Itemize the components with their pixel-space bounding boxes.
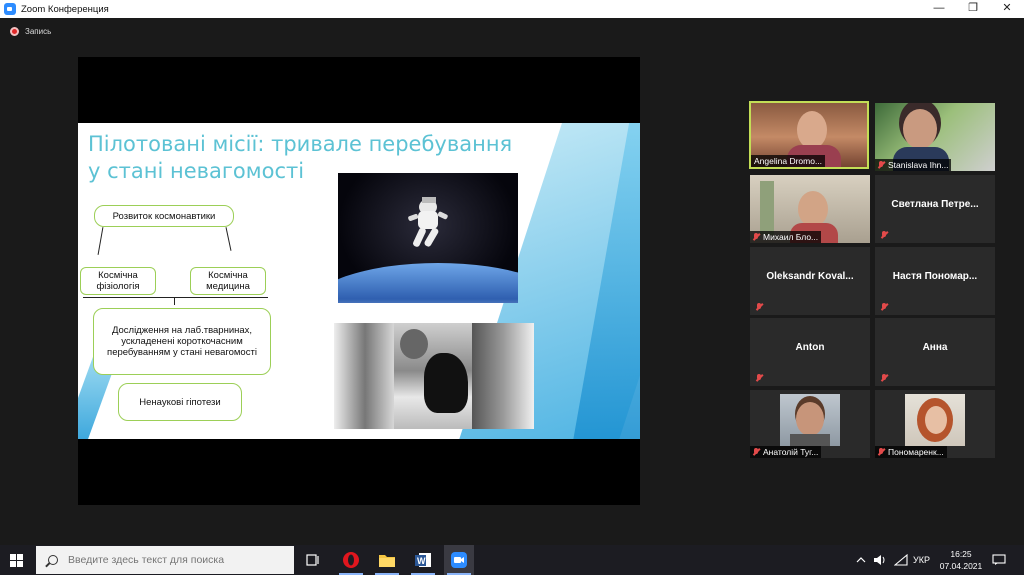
participant-tile[interactable]: Анна	[875, 318, 995, 386]
participant-name: Анатолій Туг...	[750, 446, 822, 458]
notifications-icon[interactable]	[992, 545, 1006, 575]
maximize-button[interactable]: ❐	[956, 0, 990, 18]
muted-mic-icon	[753, 233, 759, 241]
taskbar-search[interactable]	[36, 546, 294, 574]
person-image	[400, 329, 428, 359]
diagram-box-unscientific: Ненаукові гіпотези	[118, 383, 242, 421]
participant-name: Анна	[922, 342, 948, 353]
muted-mic-icon	[880, 231, 888, 239]
participant-name: Пономаренк...	[875, 446, 947, 458]
minimize-button[interactable]: —	[922, 0, 956, 18]
participant-tile[interactable]: Пономаренк...	[875, 390, 995, 458]
tray-chevron-icon[interactable]	[856, 545, 866, 575]
file-explorer-icon[interactable]	[372, 545, 402, 575]
recording-label: Запись	[25, 27, 52, 36]
muted-mic-icon	[755, 303, 763, 311]
shared-screen: Пілотовані місії: тривале перебування у …	[78, 57, 640, 505]
participant-tile[interactable]: Angelina Dromo...	[749, 101, 869, 169]
network-icon[interactable]	[894, 545, 908, 575]
muted-mic-icon	[878, 448, 884, 456]
task-view-icon[interactable]	[298, 545, 328, 575]
astronaut-photo	[338, 173, 518, 303]
earth-image	[338, 263, 518, 303]
word-icon[interactable]: W	[408, 545, 438, 575]
record-icon	[10, 27, 19, 36]
clock-date: 07.04.2021	[939, 561, 983, 571]
participant-tile[interactable]: Михаил Бло...	[750, 175, 870, 243]
participant-tile[interactable]: Светлана Петре...	[875, 175, 995, 243]
diagram-arrow	[97, 227, 104, 255]
participant-tile[interactable]: Stanislava Ihn...	[875, 103, 995, 171]
participant-video	[905, 394, 965, 446]
participant-tile[interactable]: Oleksandr Koval...	[750, 247, 870, 315]
participant-name: Angelina Dromo...	[751, 155, 826, 167]
diagram-box-medicine: Космічна медицина	[190, 267, 266, 295]
participant-video	[780, 394, 840, 446]
clock[interactable]: 16:25 07.04.2021	[932, 548, 990, 572]
diagram-arrow	[225, 227, 232, 251]
participant-name: Anton	[795, 342, 825, 353]
zoom-logo-icon	[4, 3, 16, 15]
diagram-box-development: Розвиток космонавтики	[94, 205, 234, 227]
muted-mic-icon	[878, 161, 884, 169]
participant-name: Oleksandr Koval...	[766, 271, 854, 282]
participant-name: Светлана Петре...	[891, 199, 979, 210]
astronaut-icon	[408, 197, 448, 247]
diagram-box-physiology: Космічна фізіологія	[80, 267, 156, 295]
participant-tile[interactable]: Анатолій Туг...	[750, 390, 870, 458]
zoom-taskbar-icon[interactable]	[444, 545, 474, 575]
diagram-box-research: Дослідження на лаб.тварнинах, ускладенен…	[93, 308, 271, 375]
muted-mic-icon	[753, 448, 759, 456]
participant-tile[interactable]: Anton	[750, 318, 870, 386]
volume-icon[interactable]	[873, 545, 887, 575]
diagram-connector	[174, 297, 175, 305]
participant-tile[interactable]: Настя Пономар...	[875, 247, 995, 315]
opera-icon[interactable]	[336, 545, 366, 575]
windows-start-icon[interactable]	[10, 554, 23, 567]
close-button[interactable]: ✕	[990, 0, 1024, 18]
recording-indicator[interactable]: Запись	[10, 27, 51, 36]
search-icon	[48, 555, 58, 565]
window-title: Zoom Конференция	[21, 3, 109, 15]
search-input[interactable]	[68, 554, 288, 566]
muted-mic-icon	[880, 374, 888, 382]
diagram-bracket	[83, 297, 268, 298]
clock-time: 16:25	[950, 549, 972, 559]
language-indicator[interactable]: УКР	[913, 545, 930, 575]
dog-image	[424, 353, 468, 413]
participant-name: Stanislava Ihn...	[875, 159, 952, 171]
svg-text:W: W	[417, 556, 426, 566]
muted-mic-icon	[880, 303, 888, 311]
cosmonaut-dog-photo	[334, 323, 534, 429]
muted-mic-icon	[755, 374, 763, 382]
taskbar: W УКР 16:25 07.04.2021	[0, 545, 1024, 575]
participant-name: Настя Пономар...	[892, 271, 978, 282]
presentation-slide: Пілотовані місії: тривале перебування у …	[78, 123, 640, 439]
title-bar: Zoom Конференция — ❐ ✕	[0, 0, 1024, 18]
participant-name: Михаил Бло...	[750, 231, 822, 243]
